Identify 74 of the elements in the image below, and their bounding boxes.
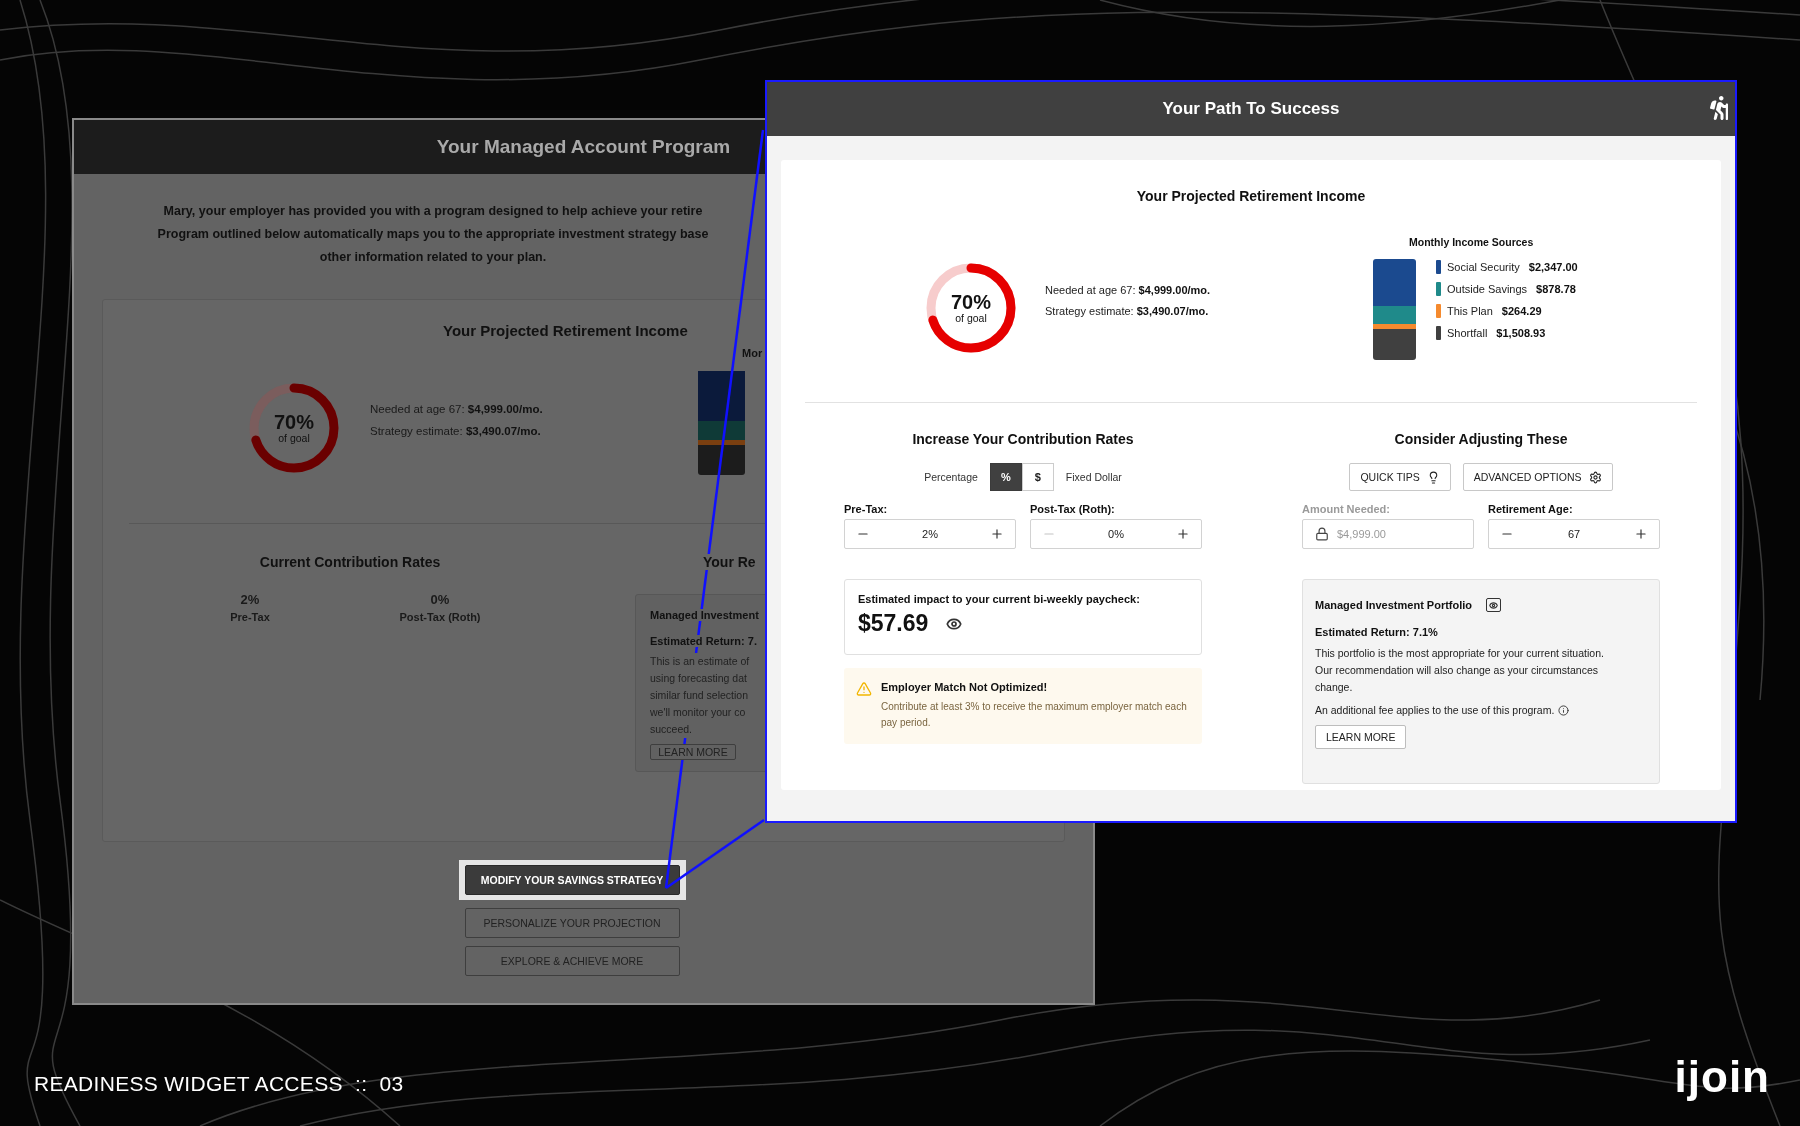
percent-text: 70%: [951, 292, 991, 312]
stepper-value: 0%: [1108, 528, 1124, 540]
intro-text: Program outlined below automatically maps you to the appropriate investment strategy base: [157, 226, 709, 243]
card-text: succeed.: [650, 721, 693, 738]
settings-icon: [1588, 470, 1602, 484]
card-text: similar fund selection: [650, 687, 749, 704]
learn-more-button[interactable]: LEARN MORE: [1315, 725, 1407, 749]
field-label: Retirement Age:: [1488, 503, 1574, 515]
option-button[interactable]: QUICK TIPS: [1349, 463, 1451, 491]
caption-text: of goal: [278, 432, 310, 444]
legend-value: $1,508.93: [1496, 326, 1546, 339]
legend-label: Shortfall: [1447, 326, 1488, 339]
warning-title: Employer Match Not Optimized!: [881, 681, 1049, 693]
hiker-icon: [1707, 96, 1731, 120]
mode-toggle[interactable]: %: [989, 463, 1022, 491]
section-title: Consider Adjusting These: [1394, 431, 1568, 447]
legend-value: $878.78: [1536, 282, 1576, 295]
card-title: Managed Investment: [650, 609, 759, 621]
card-text: we'll monitor your co: [650, 704, 746, 721]
warning-icon: [856, 681, 872, 697]
impact-label: Estimated impact to your current bi-weekly paycheck:: [858, 593, 1141, 605]
window-title: Your Managed Account Program: [436, 136, 731, 158]
fee-text: An additional fee applies to the use of this program.: [1315, 703, 1555, 718]
slide-caption: READINESS WIDGET ACCESS :: 03: [34, 1072, 404, 1096]
impact-value: $57.69: [858, 610, 929, 637]
warning-text: Contribute at least 3% to receive the maximum employer match each pay period.: [881, 700, 1188, 730]
return-text: Estimated Return: 7.: [650, 635, 757, 647]
field-label: Post-Tax (Roth):: [1030, 503, 1116, 515]
stepper-field[interactable]: 2%: [844, 519, 1016, 549]
mode-toggle[interactable]: $: [1021, 463, 1054, 491]
sources-title: Mor: [742, 347, 763, 359]
legend-value: $2,347.00: [1528, 260, 1578, 273]
rate-label: Post-Tax (Roth): [399, 611, 481, 623]
mode-label: Fixed Dollar: [1065, 471, 1122, 483]
window-title: Your Path To Success: [1162, 99, 1340, 119]
intro-text: other information related to your plan.: [319, 249, 547, 266]
stepper-field[interactable]: 67: [1488, 519, 1660, 549]
eye-icon[interactable]: [1486, 598, 1502, 612]
lock-icon: [1315, 527, 1329, 541]
return-text: Estimated Return: 7.1%: [1315, 626, 1439, 638]
card-text: using forecasting dat: [650, 670, 747, 687]
section-title: Your Re: [703, 554, 756, 570]
section-title: Increase Your Contribution Rates: [912, 431, 1134, 447]
field-label: Amount Needed:: [1302, 503, 1391, 515]
caption-text: of goal: [955, 312, 987, 324]
estimate-text: Strategy estimate: $3,490.07/mo.: [1045, 305, 1210, 317]
percent-text: 70%: [274, 412, 314, 432]
section-title: Your Projected Retirement Income: [1136, 188, 1366, 204]
section-title: Current Contribution Rates: [259, 554, 441, 570]
brand-logo: ijoin: [1674, 1052, 1770, 1102]
needed-text: Needed at age 67: $4,999.00/mo.: [1045, 284, 1212, 296]
legend-label: Outside Savings: [1447, 282, 1528, 295]
card-text: This is an estimate of: [650, 653, 750, 670]
intro-text: Mary, your employer has provided you with a program designed to help achieve your retire: [163, 203, 703, 220]
card-title: Managed Investment Portfolio: [1315, 599, 1473, 611]
stepper-value: 2%: [922, 528, 938, 540]
needed-text: Needed at age 67: $4,999.00/mo.: [370, 403, 544, 415]
rate-value: 2%: [240, 592, 260, 607]
section-title: Your Projected Retirement Income: [443, 322, 688, 339]
rate-value: 0%: [430, 592, 450, 607]
option-button[interactable]: ADVANCED OPTIONS: [1462, 463, 1613, 491]
legend-label: Social Security: [1447, 260, 1520, 273]
action-button[interactable]: MODIFY YOUR SAVINGS STRATEGY: [464, 865, 680, 895]
info-icon[interactable]: [1558, 705, 1570, 716]
field-label: Pre-Tax:: [844, 503, 889, 515]
mode-label: Percentage: [924, 471, 978, 483]
portfolio-text: This portfolio is the most appropriate for your current situation. Our recommendation will also change as your circumstances change.: [1315, 646, 1605, 695]
estimate-text: Strategy estimate: $3,490.07/mo.: [370, 425, 542, 437]
stepper-value: 67: [1567, 528, 1581, 540]
stepper-field[interactable]: 0%: [1030, 519, 1202, 549]
legend-label: This Plan: [1447, 304, 1493, 317]
legend-value: $264.29: [1501, 304, 1542, 317]
rate-label: Pre-Tax: [230, 611, 270, 623]
sources-title: Monthly Income Sources: [1409, 236, 1535, 248]
